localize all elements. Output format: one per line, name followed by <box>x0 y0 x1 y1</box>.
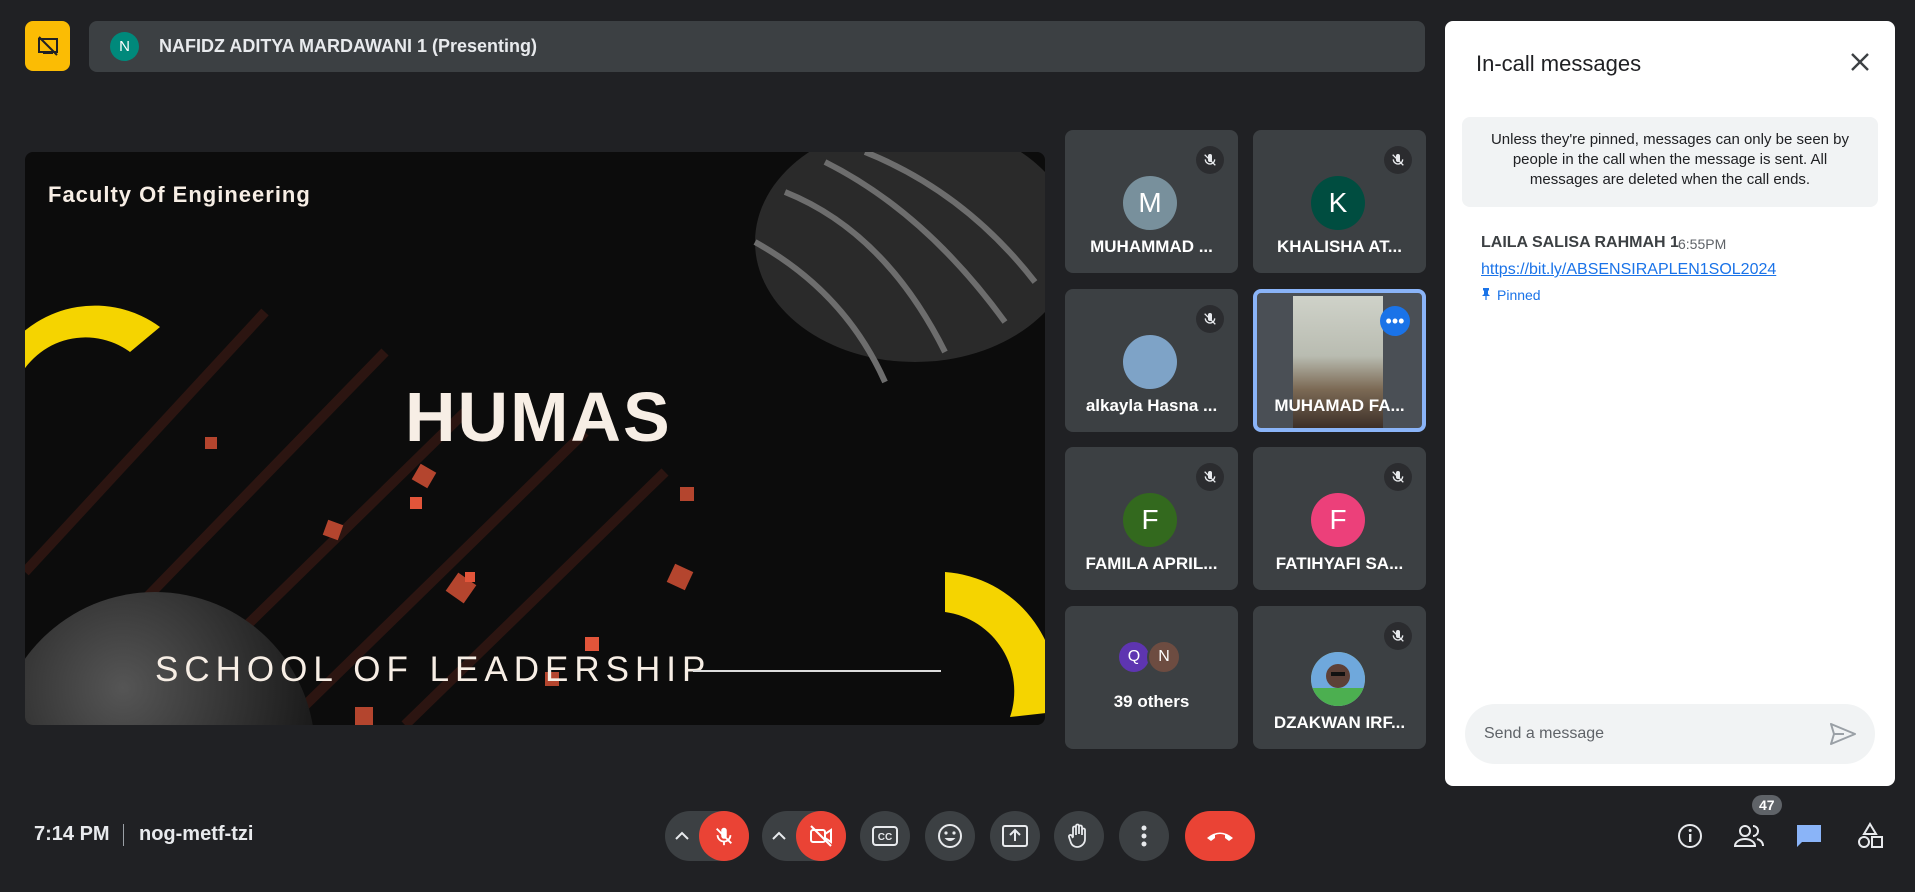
slide-title: HUMAS <box>405 378 672 456</box>
mic-muted-icon <box>1384 622 1412 650</box>
mic-control <box>665 811 749 861</box>
participant-tile[interactable]: alkayla Hasna ... <box>1065 289 1238 432</box>
message-sender: LAILA SALISA RAHMAH 1 <box>1481 234 1679 251</box>
mic-muted-icon <box>1384 463 1412 491</box>
others-avatar: Q <box>1117 640 1151 674</box>
present-screen-icon <box>1002 825 1028 847</box>
close-icon[interactable] <box>1843 45 1877 79</box>
shared-screen: Faculty Of Engineering HUMAS SCHOOL OF L… <box>25 152 1045 725</box>
slide-divider <box>693 670 941 672</box>
reactions-button[interactable] <box>925 811 975 861</box>
presentation-off-icon[interactable] <box>25 21 70 71</box>
participant-name: MUHAMMAD ... <box>1090 237 1213 256</box>
participant-avatar <box>1311 652 1365 706</box>
hand-icon <box>1068 823 1086 848</box>
message-compose <box>1465 704 1875 764</box>
panel-title: In-call messages <box>1476 51 1642 76</box>
mic-off-icon <box>716 827 732 846</box>
participant-tile-speaking[interactable]: ••• MUHAMAD FA... <box>1253 289 1426 432</box>
message-link[interactable]: https://bit.ly/ABSENSIRAPLEN1SOL2024 <box>1481 261 1776 279</box>
info-icon <box>1678 824 1702 848</box>
chevron-up-icon[interactable] <box>762 811 796 861</box>
participant-tile[interactable]: K KHALISHA AT... <box>1253 130 1426 273</box>
divider <box>123 824 124 846</box>
participant-tile[interactable]: DZAKWAN IRF... <box>1253 606 1426 749</box>
slide-subtitle: SCHOOL OF LEADERSHIP <box>155 650 712 689</box>
meeting-details-button[interactable] <box>1670 816 1710 856</box>
participant-avatar: K <box>1311 176 1365 230</box>
participant-name: DZAKWAN IRF... <box>1273 713 1406 732</box>
mic-muted-icon <box>1196 305 1224 333</box>
clock: 7:14 PM <box>34 823 110 845</box>
closed-captions-icon: CC <box>872 826 898 846</box>
meeting-code: nog-metf-tzi <box>139 823 254 845</box>
pin-icon <box>1481 287 1491 303</box>
participant-name: FATIHYAFI SA... <box>1275 554 1404 573</box>
participant-name: alkayla Hasna ... <box>1085 396 1218 415</box>
participant-count-badge: 47 <box>1752 795 1782 815</box>
camera-off-button[interactable] <box>796 811 846 861</box>
slide-faculty-text: Faculty Of Engineering <box>48 182 311 207</box>
participant-tile[interactable]: F FAMILA APRIL... <box>1065 447 1238 590</box>
chat-icon <box>1797 825 1821 847</box>
people-button[interactable] <box>1729 816 1769 856</box>
raise-hand-button[interactable] <box>1054 811 1104 861</box>
participant-tile[interactable]: F FATIHYAFI SA... <box>1253 447 1426 590</box>
mic-muted-icon <box>1384 146 1412 174</box>
people-icon <box>1734 825 1764 847</box>
svg-text:CC: CC <box>878 832 892 843</box>
present-button[interactable] <box>990 811 1040 861</box>
participant-avatar: M <box>1123 176 1177 230</box>
mic-muted-icon <box>1196 146 1224 174</box>
participant-avatar: F <box>1311 493 1365 547</box>
chevron-up-icon[interactable] <box>665 811 699 861</box>
leave-call-button[interactable] <box>1185 811 1255 861</box>
mic-off-button[interactable] <box>699 811 749 861</box>
others-count: 39 others <box>1113 692 1190 711</box>
participant-tile[interactable]: M MUHAMMAD ... <box>1065 130 1238 273</box>
mic-muted-icon <box>1196 463 1224 491</box>
participant-avatar <box>1123 335 1177 389</box>
others-avatar-stack: Q N <box>1117 640 1181 674</box>
participant-avatar: F <box>1123 493 1177 547</box>
captions-button[interactable]: CC <box>860 811 910 861</box>
in-call-messages-panel: In-call messages Unless they're pinned, … <box>1445 21 1895 786</box>
participant-name: FAMILA APRIL... <box>1085 554 1218 573</box>
participant-name: MUHAMAD FA... <box>1274 396 1405 415</box>
activities-button[interactable] <box>1850 816 1890 856</box>
camera-off-icon <box>810 825 832 847</box>
participant-name: KHALISHA AT... <box>1277 237 1402 256</box>
pinned-indicator: Pinned <box>1481 287 1541 303</box>
chat-button[interactable] <box>1789 816 1829 856</box>
others-avatar: N <box>1147 640 1181 674</box>
send-icon[interactable] <box>1821 712 1865 756</box>
emoji-icon <box>938 824 962 848</box>
message-time: 6:55PM <box>1678 236 1727 252</box>
messages-notice: Unless they're pinned, messages can only… <box>1462 117 1878 207</box>
activities-icon <box>1858 822 1883 848</box>
end-call-icon <box>1207 832 1233 841</box>
presenter-name: NAFIDZ ADITYA MARDAWANI 1 (Presenting) <box>159 36 538 56</box>
presenter-avatar: N <box>110 32 139 61</box>
pinned-label: Pinned <box>1497 287 1541 303</box>
more-vert-icon <box>1141 825 1147 847</box>
others-tile[interactable]: Q N 39 others <box>1065 606 1238 749</box>
presenter-banner: N NAFIDZ ADITYA MARDAWANI 1 (Presenting) <box>89 21 1425 72</box>
more-options-icon[interactable]: ••• <box>1380 306 1410 336</box>
camera-control <box>762 811 846 861</box>
more-options-button[interactable] <box>1119 811 1169 861</box>
message-input[interactable] <box>1484 725 1821 743</box>
